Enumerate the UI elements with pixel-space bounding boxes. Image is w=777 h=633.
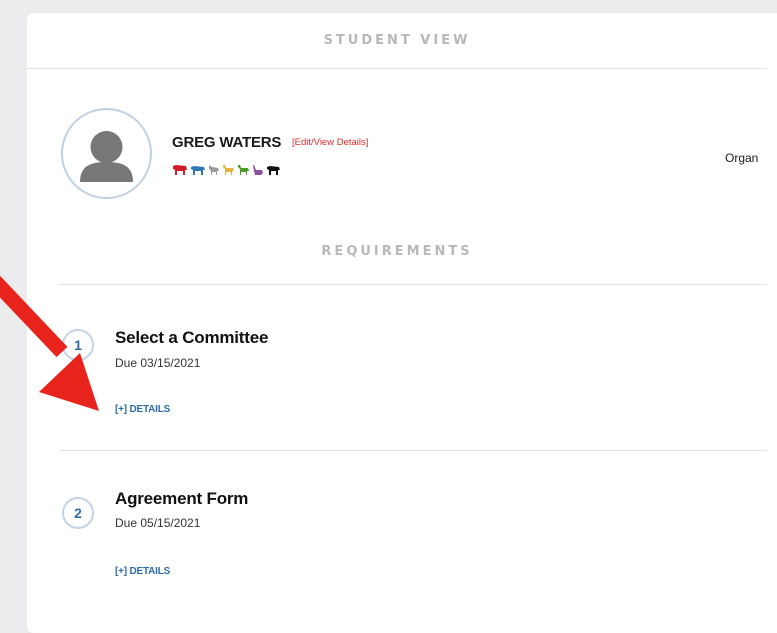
requirement-details-toggle[interactable]: [+] DETAILS [115, 566, 170, 577]
rabbit-icon [253, 165, 263, 175]
header-divider [27, 68, 767, 69]
requirement-due-date: Due 03/15/2021 [115, 356, 201, 370]
requirements-title: REQUIREMENTS [321, 244, 473, 259]
cattle-icon [173, 165, 187, 175]
requirement-divider [60, 450, 767, 451]
goat-icon [209, 165, 219, 175]
requirement-title: Agreement Form [115, 489, 249, 508]
student-view-panel: STUDENT VIEW GREG WATERS [Edit/View Deta… [27, 13, 777, 633]
student-name: GREG WATERS [172, 134, 282, 151]
student-view-title: STUDENT VIEW [323, 33, 471, 48]
requirement-number-badge: 1 [62, 329, 94, 361]
requirement-number-badge: 2 [62, 497, 94, 529]
organization-label: Organ [725, 151, 759, 165]
edit-view-details-link[interactable]: [Edit/View Details] [292, 137, 368, 148]
horse-icon [223, 165, 234, 175]
requirement-details-toggle[interactable]: [+] DETAILS [115, 404, 170, 415]
pig-icon [267, 166, 280, 175]
animal-icons [172, 162, 281, 176]
user-silhouette-icon [80, 131, 133, 182]
requirements-divider [60, 284, 767, 285]
sheep-icon [238, 165, 249, 175]
requirement-due-date: Due 05/15/2021 [115, 516, 201, 530]
requirement-title: Select a Committee [115, 328, 269, 347]
avatar [61, 108, 152, 199]
dairy-cow-icon [191, 166, 205, 175]
